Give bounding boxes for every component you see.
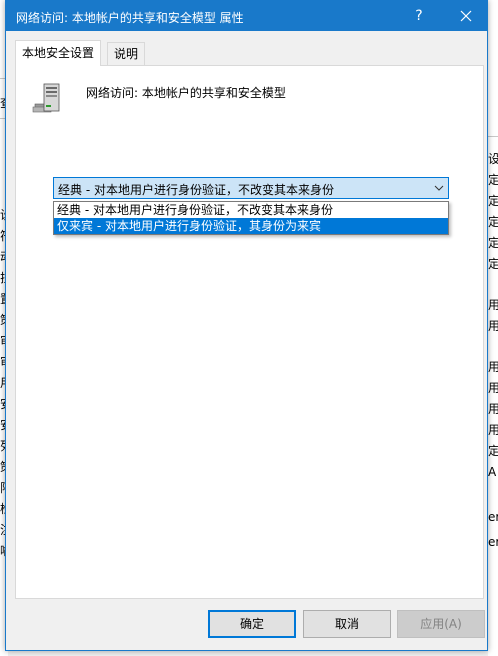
- policy-title: 网络访问: 本地帐户的共享和安全模型: [86, 86, 286, 100]
- tab-panel-local-security-setting: 网络访问: 本地帐户的共享和安全模型 经典 - 对本地用户进行身份验证，不改变其…: [15, 65, 484, 599]
- dialog-titlebar[interactable]: 网络访问: 本地帐户的共享和安全模型 属性 ?: [6, 1, 487, 31]
- help-button[interactable]: ?: [396, 1, 442, 31]
- bg-text-fragment: 定: [488, 444, 498, 458]
- tab-strip: 本地安全设置 说明: [15, 40, 485, 66]
- tab-label: 本地安全设置: [22, 46, 95, 60]
- chevron-down-icon[interactable]: [434, 183, 444, 193]
- security-model-options-list: 经典 - 对本地用户进行身份验证，不改变其本来身份 仅来宾 - 对本地用户进行身…: [53, 201, 449, 235]
- cancel-button[interactable]: 取消: [303, 610, 391, 638]
- background-window-right: 设 定 定 定 定 定 用 用 用 用 用 用 定 A er er: [488, 0, 498, 656]
- bg-text-fragment: 用: [488, 298, 498, 312]
- bg-text-fragment: 设: [488, 152, 498, 166]
- bg-text-fragment: 用: [488, 319, 498, 333]
- bg-text-fragment: 定: [488, 173, 498, 187]
- bg-text-fragment: 用: [488, 402, 498, 416]
- close-icon: [460, 10, 472, 22]
- bg-text-fragment: er: [488, 510, 498, 524]
- bg-text-fragment: 用: [488, 360, 498, 374]
- tab-label: 说明: [114, 47, 139, 61]
- server-policy-icon: [32, 83, 60, 113]
- bg-text-fragment: 定: [488, 236, 498, 250]
- combobox-selected-value: 经典 - 对本地用户进行身份验证，不改变其本来身份: [58, 183, 334, 197]
- help-icon: ?: [415, 8, 423, 24]
- bg-text-fragment: 定: [488, 194, 498, 208]
- close-button[interactable]: [443, 1, 489, 31]
- bg-text-fragment: er: [488, 535, 498, 549]
- security-model-combobox[interactable]: 经典 - 对本地用户进行身份验证，不改变其本来身份: [53, 177, 449, 199]
- bg-text-fragment: 用: [488, 381, 498, 395]
- bg-text-fragment: A: [488, 465, 497, 479]
- tab-explain[interactable]: 说明: [107, 42, 146, 65]
- dialog-title: 网络访问: 本地帐户的共享和安全模型 属性: [16, 11, 244, 25]
- properties-dialog: 网络访问: 本地帐户的共享和安全模型 属性 ? 本地安全设置 说明 网络访问: …: [5, 0, 488, 651]
- option-classic[interactable]: 经典 - 对本地用户进行身份验证，不改变其本来身份: [54, 202, 448, 218]
- bg-text-fragment: 定: [488, 257, 498, 271]
- ok-button[interactable]: 确定: [208, 610, 296, 638]
- option-guest-only[interactable]: 仅来宾 - 对本地用户进行身份验证，其身份为来宾: [54, 218, 448, 234]
- tab-local-security-setting[interactable]: 本地安全设置: [15, 40, 102, 66]
- bg-text-fragment: 定: [488, 215, 498, 229]
- bg-text-fragment: 用: [488, 423, 498, 437]
- apply-button[interactable]: 应用(A): [397, 610, 485, 638]
